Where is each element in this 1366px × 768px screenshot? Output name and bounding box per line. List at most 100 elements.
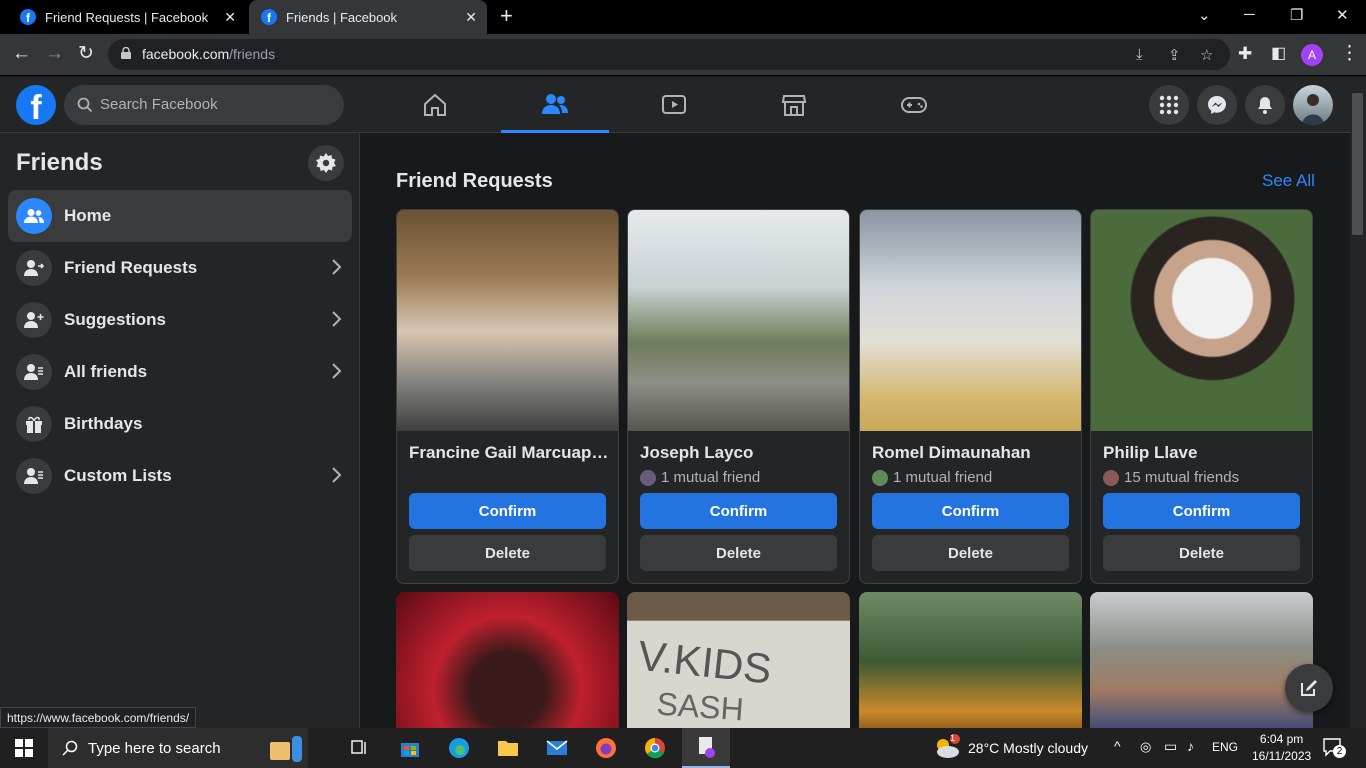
minimize-icon[interactable]: ─ (1244, 6, 1255, 23)
sidebar-item-label: All friends (64, 362, 148, 381)
sidebar-item-suggestions[interactable]: Suggestions (8, 294, 352, 346)
friend-request-card: Romel Dimaunahan 1 mutual friend Confirm… (859, 209, 1082, 584)
nav-home-tab[interactable] (381, 77, 489, 133)
side-panel-icon[interactable]: ◧ (1271, 44, 1286, 64)
meet-now-icon[interactable]: ◎ (1140, 739, 1151, 755)
svg-text:V.KIDS: V.KIDS (636, 632, 774, 693)
mutual-friends-count: 1 mutual friend (893, 469, 993, 486)
sidebar-item-custom-lists[interactable]: Custom Lists (8, 450, 352, 502)
start-button[interactable] (0, 728, 48, 768)
confirm-button[interactable]: Confirm (872, 493, 1069, 529)
install-icon[interactable]: ⤓ (1136, 46, 1143, 63)
notification-center-button[interactable]: 2 (1322, 737, 1346, 759)
address-bar[interactable]: facebook.com/friends ⤓ ⇪ ☆ (108, 39, 1230, 70)
profile-photo[interactable] (859, 592, 1082, 732)
forward-icon[interactable]: → (45, 44, 64, 64)
weather-icon[interactable] (932, 734, 962, 760)
restore-icon[interactable]: ❐ (1290, 6, 1303, 24)
requester-name[interactable]: Romel Dimaunahan (872, 443, 1072, 463)
confirm-button[interactable]: Confirm (1103, 493, 1300, 529)
account-avatar[interactable] (1293, 85, 1333, 125)
grid-icon (1159, 95, 1179, 115)
messenger-button[interactable] (1197, 85, 1237, 125)
avatar-photo (1302, 94, 1324, 125)
bell-icon (1258, 97, 1272, 114)
share-icon[interactable]: ⇪ (1168, 46, 1181, 64)
confirm-button[interactable]: Confirm (409, 493, 606, 529)
network-icon[interactable]: ▭ (1164, 738, 1177, 755)
search-input[interactable]: Search Facebook (64, 85, 344, 125)
sidebar-item-friend-requests[interactable]: Friend Requests (8, 242, 352, 294)
profile-photo[interactable] (1091, 210, 1312, 431)
gear-icon (316, 153, 336, 173)
browser-tab-active[interactable]: f Friends | Facebook ✕ (249, 0, 487, 34)
profile-avatar[interactable]: A (1301, 44, 1323, 66)
close-window-icon[interactable]: ✕ (1336, 6, 1349, 24)
bookmark-star-icon[interactable]: ☆ (1200, 46, 1213, 64)
notifications-button[interactable] (1245, 85, 1285, 125)
menu-kebab-icon[interactable]: ⋮ (1340, 44, 1359, 64)
friend-request-card: Joseph Layco 1 mutual friend Confirm Del… (627, 209, 850, 584)
taskbar-search-input[interactable]: Type here to search (48, 728, 308, 768)
close-tab-icon[interactable]: ✕ (465, 9, 477, 26)
requester-name[interactable]: Joseph Layco (640, 443, 840, 463)
profile-photo[interactable] (860, 210, 1081, 431)
microsoft-store-icon[interactable] (386, 728, 434, 768)
mutual-friend-avatar (1103, 469, 1119, 486)
back-icon[interactable]: ← (12, 44, 31, 64)
edge-icon[interactable] (435, 728, 483, 768)
friends-icon (542, 93, 568, 114)
windows-taskbar: Type here to search 1 28°C Mostly cloudy… (0, 728, 1366, 768)
settings-button[interactable] (308, 145, 344, 181)
taskbar-search-placeholder: Type here to search (88, 739, 221, 757)
nav-watch-tab[interactable] (620, 77, 728, 133)
file-explorer-icon[interactable] (484, 728, 532, 768)
gift-icon (16, 406, 52, 442)
sidebar-item-label: Home (64, 206, 112, 225)
delete-button[interactable]: Delete (640, 535, 837, 571)
extensions-icon[interactable]: ✚ (1238, 44, 1252, 64)
nav-friends-tab[interactable] (501, 77, 609, 133)
windows-icon (15, 739, 33, 757)
sidebar-item-home[interactable]: Home (8, 190, 352, 242)
nav-gaming-tab[interactable] (860, 77, 968, 133)
sidebar-item-birthdays[interactable]: Birthdays (8, 398, 352, 450)
see-all-link[interactable]: See All (1262, 171, 1315, 191)
requester-name[interactable]: Philip Llave (1103, 443, 1303, 463)
tab-search-icon[interactable]: ⌄ (1198, 6, 1211, 24)
firefox-icon[interactable] (582, 728, 630, 768)
reload-icon[interactable]: ↻ (78, 44, 94, 64)
delete-button[interactable]: Delete (409, 535, 606, 571)
mail-icon[interactable] (533, 728, 581, 768)
browser-tab-strip: f Friend Requests | Facebook ✕ f Friends… (0, 0, 1366, 34)
new-message-button[interactable] (1285, 664, 1333, 712)
profile-photo[interactable] (396, 592, 619, 732)
new-tab-icon[interactable]: + (500, 5, 513, 27)
clock[interactable]: 6:04 pm 16/11/2023 (1252, 731, 1311, 765)
confirm-button[interactable]: Confirm (640, 493, 837, 529)
sidebar-item-all-friends[interactable]: All friends (8, 346, 352, 398)
mutual-friends-count: 1 mutual friend (661, 469, 761, 486)
close-tab-icon[interactable]: ✕ (224, 9, 236, 26)
menu-grid-button[interactable] (1149, 85, 1189, 125)
profile-photo[interactable] (1090, 592, 1313, 732)
volume-icon[interactable]: ♪ (1187, 738, 1194, 754)
delete-button[interactable]: Delete (872, 535, 1069, 571)
facebook-logo[interactable]: f (16, 85, 56, 125)
profile-photo[interactable] (628, 210, 849, 431)
browser-tab[interactable]: f Friend Requests | Facebook ✕ (8, 0, 246, 34)
chevron-up-icon[interactable]: ^ (1114, 738, 1121, 754)
requester-name[interactable]: Francine Gail Marcuap ... (409, 443, 609, 463)
friend-request-card: Francine Gail Marcuap ... Confirm Delete (396, 209, 619, 584)
delete-button[interactable]: Delete (1103, 535, 1300, 571)
profile-photo[interactable]: V.KIDS SASH (627, 592, 850, 732)
chrome-icon[interactable] (631, 728, 679, 768)
language-indicator[interactable]: ENG (1212, 740, 1238, 754)
profile-photo[interactable] (397, 210, 618, 431)
task-view-icon[interactable] (336, 728, 384, 768)
nav-marketplace-tab[interactable] (740, 77, 848, 133)
chrome-profile-window-icon[interactable] (682, 728, 730, 768)
scrollbar-thumb[interactable] (1352, 93, 1363, 235)
compose-icon (1301, 680, 1317, 696)
weather-text[interactable]: 28°C Mostly cloudy (968, 740, 1088, 756)
